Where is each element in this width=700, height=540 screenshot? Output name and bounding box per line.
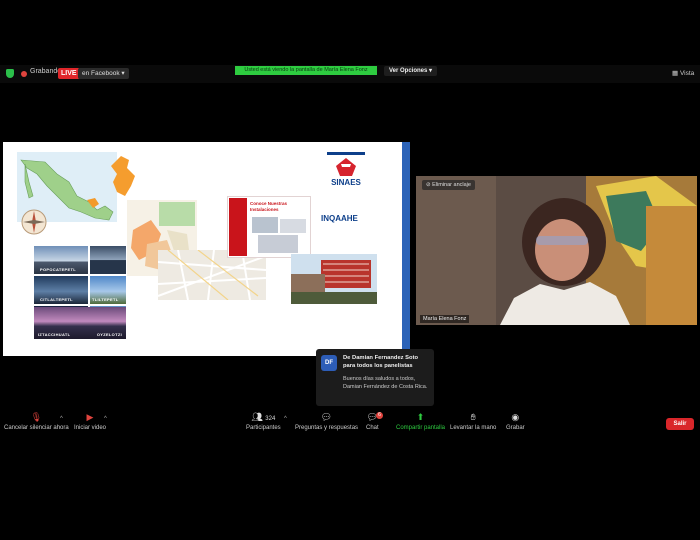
record-icon: ◉ [511, 412, 520, 422]
video-camera-off-icon: ▶︎ [86, 412, 94, 422]
qa-bubble-icon: 💬︎ [320, 412, 333, 422]
participants-label: Participantes [246, 425, 281, 431]
unmute-button[interactable]: 🎙︎ Cancelar silenciar ahora [4, 412, 69, 431]
chat-notification[interactable]: DF De Damian Fernandez Soto para todos l… [316, 349, 434, 406]
volcano-label-1: POPOCATEPETL [40, 267, 76, 272]
volcano-photo-4: TLILTEPETL [90, 276, 126, 304]
leave-button[interactable]: Salir [666, 418, 694, 430]
share-screen-label: Compartir pantalla [396, 425, 446, 431]
compass-icon [21, 209, 47, 235]
grid-icon: ▦ [672, 70, 680, 77]
participants-count: 324 [265, 416, 276, 422]
record-button[interactable]: ◉ Grabar [506, 412, 525, 431]
unmute-label: Cancelar silenciar ahora [4, 425, 69, 431]
volcano-label-6: OYZELOTZI [96, 332, 122, 337]
chat-label: Chat [366, 425, 379, 431]
qa-label: Preguntas y respuestas [295, 425, 359, 431]
sinaes-text: SINAES [331, 178, 361, 187]
inqaahe-logo: INQAAHE [321, 214, 358, 223]
share-screen-button[interactable]: ⬆︎ Compartir pantalla [396, 412, 445, 431]
raise-hand-button[interactable]: ✋︎ Levantar la mano [450, 412, 496, 431]
facilities-card: Conoce Nuestras Instalaciones [227, 196, 311, 258]
live-badge[interactable]: LIVE [58, 68, 80, 79]
participants-icon: 👥︎ 324 [251, 412, 276, 422]
volcano-label-2: CITLALTEPETL [40, 297, 73, 302]
state-outline-map [111, 156, 135, 196]
qa-button[interactable]: 💬︎ Preguntas y respuestas [295, 412, 358, 431]
share-screen-icon: ⬆︎ [416, 412, 425, 422]
view-label: Vista [679, 70, 695, 77]
volcano-label-5: IZTACCIHUATL [38, 332, 71, 337]
start-video-label: Iniciar video [74, 425, 107, 431]
volcano-photo-1: POPOCATEPETL [34, 246, 88, 274]
unpin-label: Eliminar anclaje [432, 182, 471, 188]
sinaes-logo: SINAES [323, 148, 369, 202]
video-options-caret[interactable]: ^ [104, 416, 107, 422]
slide-blue-edge [402, 142, 410, 356]
building-photo [291, 254, 377, 304]
view-options-button[interactable]: Ver Opciones ▾ [384, 66, 438, 76]
campus-photos [252, 217, 306, 253]
chat-sender: De Damian Fernandez Soto para todos los … [343, 355, 419, 369]
hand-icon: ✋︎ [470, 412, 476, 422]
chat-unread-badge: 6 [376, 412, 383, 419]
recording-dot-icon [21, 71, 27, 77]
card-title: Conoce Nuestras Instalaciones [250, 201, 288, 212]
speaker-video[interactable]: ⊘ Eliminar anclaje María Elena Fonz [416, 176, 697, 325]
volcano-photo-7: IZTACCIHUATL OYZELOTZI [34, 307, 126, 339]
card-red-strip [229, 198, 247, 256]
participants-button[interactable]: 👥︎ 324 Participantes [246, 412, 281, 431]
chat-message: Buenos días saludos a todos, Damian Fern… [343, 376, 428, 390]
microphone-muted-icon: 🎙︎ [30, 412, 43, 422]
raise-hand-label: Levantar la mano [450, 425, 497, 431]
volcano-label-3: TLILTEPETL [92, 297, 119, 302]
avatar: DF [321, 355, 337, 371]
sinaes-bar [327, 152, 365, 155]
start-video-button[interactable]: ▶︎ Iniciar video [74, 412, 106, 431]
sinaes-emblem-icon [336, 158, 356, 176]
screen-share-banner: Usted está viendo la pantalla de María E… [235, 66, 377, 75]
participant-name-tag: María Elena Fonz [420, 315, 470, 323]
unpin-button[interactable]: ⊘ Eliminar anclaje [422, 180, 475, 190]
participants-options-caret[interactable]: ^ [284, 416, 287, 422]
view-button[interactable]: ▦ Vista [672, 69, 694, 77]
speaker-video-feed [416, 176, 697, 325]
shared-screen-slide: POPOCATEPETL CITLALTEPETL TLILTEPETL MAT… [3, 142, 410, 356]
facebook-stream-dropdown[interactable]: en Facebook ▾ [78, 68, 129, 79]
volcano-photo-3: CITLALTEPETL [34, 276, 88, 304]
volcano-photo-2 [90, 246, 126, 274]
audio-options-caret[interactable]: ^ [60, 416, 63, 422]
record-label: Grabar [506, 425, 525, 431]
recording-label: Grabando [30, 68, 62, 75]
shield-icon[interactable] [6, 69, 14, 78]
